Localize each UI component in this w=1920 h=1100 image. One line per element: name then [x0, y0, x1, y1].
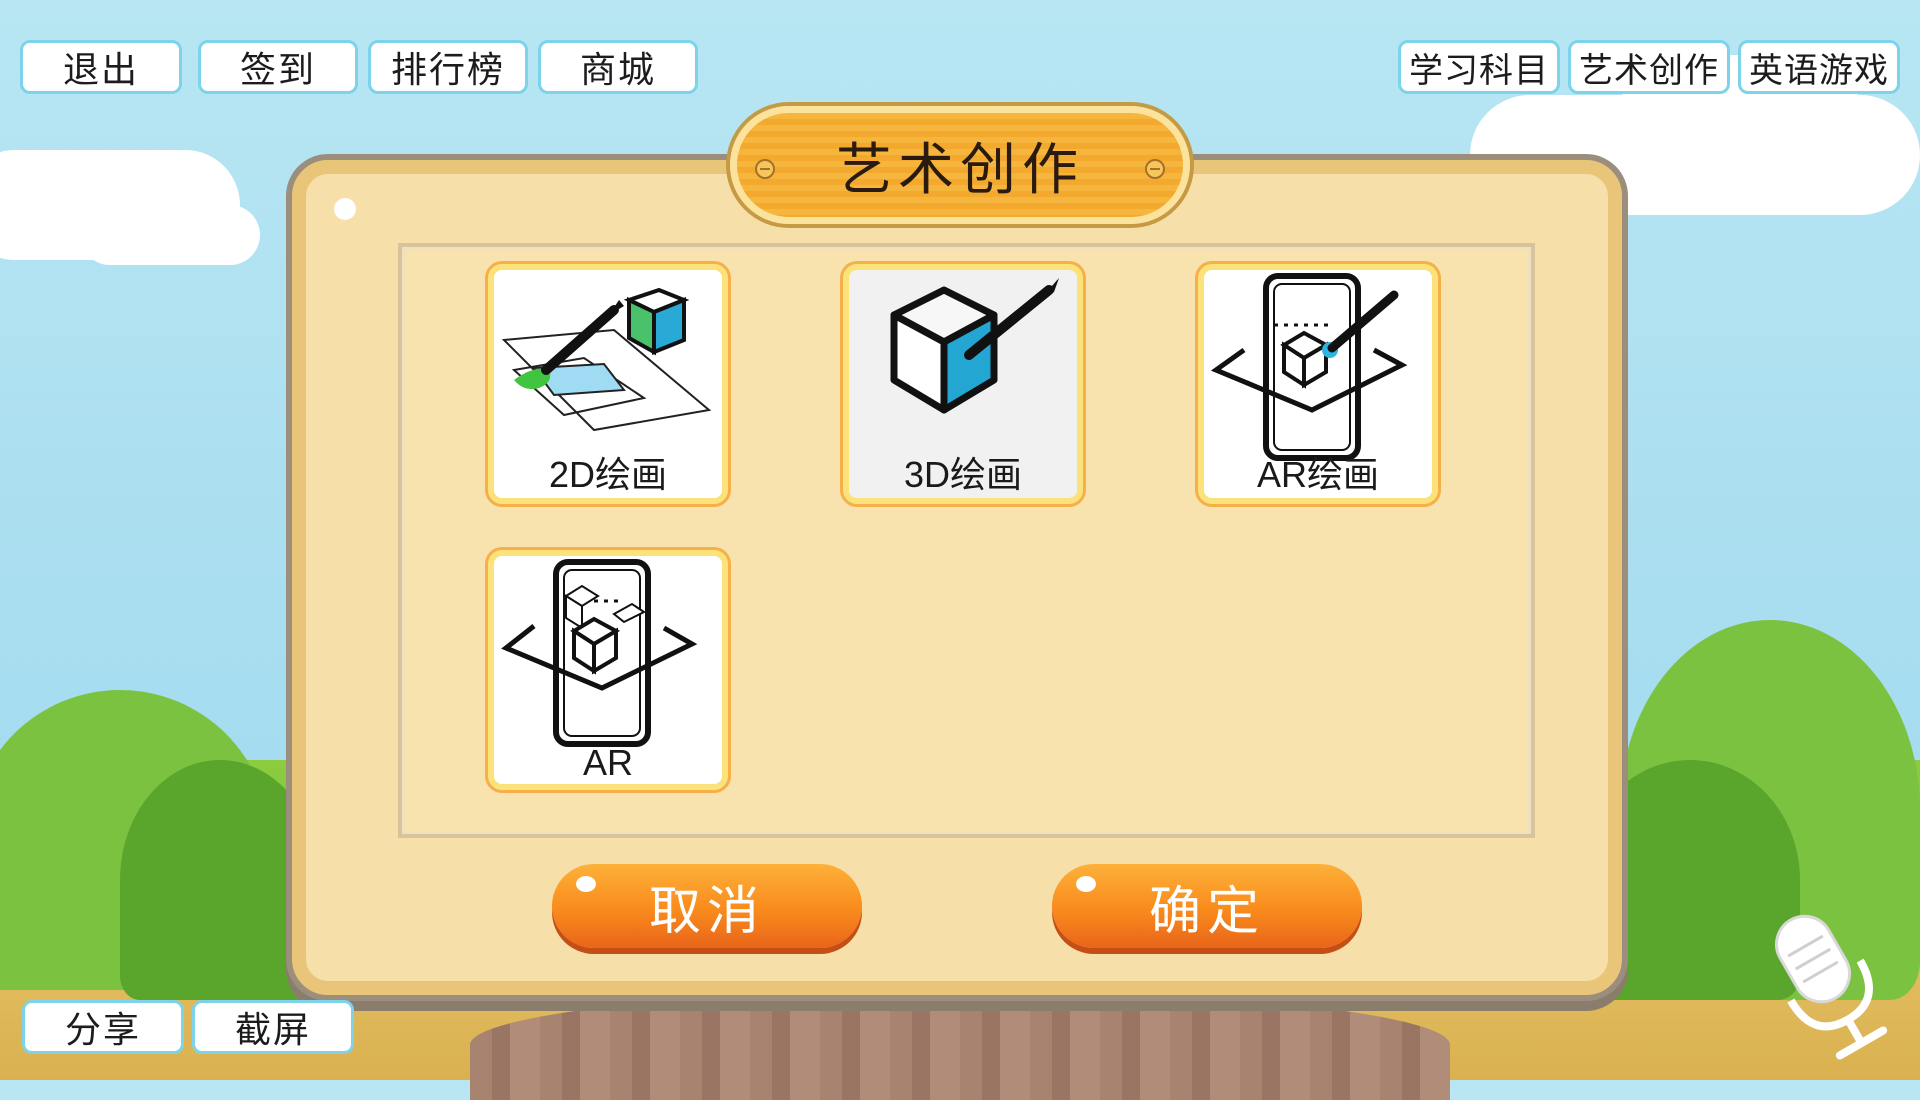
shop-button[interactable]: 商城 [538, 40, 698, 94]
cancel-button[interactable]: 取消 [552, 864, 862, 948]
button-gloss [576, 876, 596, 892]
button-gloss [1076, 876, 1096, 892]
check-in-button[interactable]: 签到 [198, 40, 358, 94]
tab-english-games[interactable]: 英语游戏 [1738, 40, 1900, 94]
bush-left-2 [120, 760, 320, 1000]
exit-button[interactable]: 退出 [20, 40, 182, 94]
cancel-label: 取消 [648, 881, 765, 942]
cloud-left-2 [80, 205, 260, 265]
card-label: AR绘画 [1256, 454, 1379, 495]
leaderboard-button[interactable]: 排行榜 [368, 40, 528, 94]
card-2d-painting[interactable]: 2D绘画 [488, 264, 728, 504]
card-label: AR [582, 742, 633, 783]
panel-gloss [334, 198, 356, 220]
microphone-icon[interactable] [1758, 900, 1898, 1070]
screenshot-button[interactable]: 截屏 [192, 1000, 354, 1054]
tab-study-subjects[interactable]: 学习科目 [1398, 40, 1560, 94]
dialog-title: 艺术创作 [836, 137, 1084, 203]
card-label: 2D绘画 [548, 454, 668, 495]
card-label: 3D绘画 [903, 454, 1023, 495]
wood-floor [470, 990, 1450, 1100]
confirm-label: 确定 [1148, 881, 1265, 942]
screw-icon [1145, 159, 1165, 179]
card-ar[interactable]: AR [488, 550, 728, 790]
tab-art-creation[interactable]: 艺术创作 [1568, 40, 1730, 94]
card-3d-painting[interactable]: 3D绘画 [843, 264, 1083, 504]
confirm-button[interactable]: 确定 [1052, 864, 1362, 948]
dialog-title-plate: 艺术创作 [730, 106, 1190, 224]
share-button[interactable]: 分享 [22, 1000, 184, 1054]
screw-icon [755, 159, 775, 179]
card-ar-painting[interactable]: AR绘画 [1198, 264, 1438, 504]
